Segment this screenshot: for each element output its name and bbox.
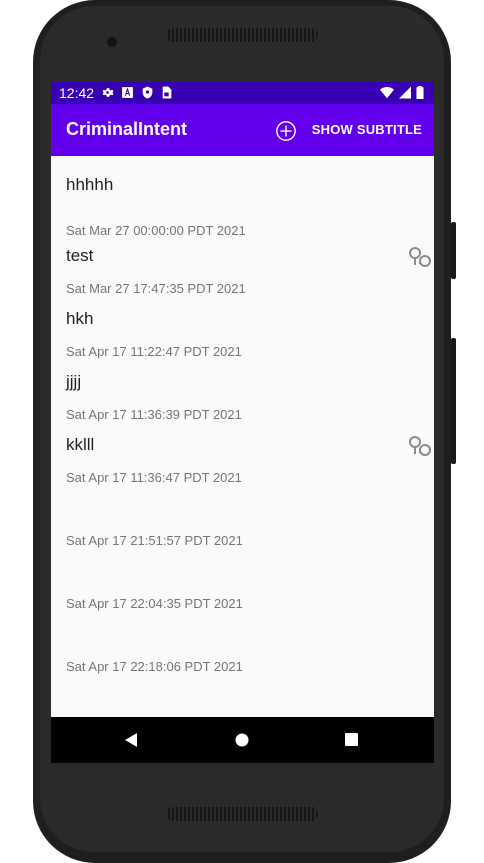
battery-icon: [416, 86, 424, 99]
show-subtitle-button[interactable]: SHOW SUBTITLE: [312, 122, 422, 137]
crime-date: Sat Apr 17 11:22:47 PDT 2021: [66, 344, 242, 359]
crime-list-item[interactable]: test Sat Mar 27 17:47:35 PDT 2021: [51, 246, 434, 314]
crime-list-item[interactable]: jjjj Sat Apr 17 11:36:39 PDT 2021: [51, 372, 434, 440]
status-bar: 12:42: [51, 82, 434, 104]
crime-title: hkh: [66, 309, 94, 328]
volume-button: [451, 338, 456, 464]
sim-card-icon: [162, 86, 172, 99]
crime-list[interactable]: hhhhh Sat Mar 27 00:00:00 PDT 2021 test …: [51, 156, 434, 692]
crime-date: Sat Mar 27 00:00:00 PDT 2021: [66, 223, 246, 238]
shield-icon: [142, 86, 153, 99]
add-crime-button[interactable]: [275, 120, 297, 142]
navigation-bar: [51, 717, 434, 763]
signal-icon: [399, 86, 411, 99]
crime-list-item[interactable]: hkh Sat Apr 17 11:22:47 PDT 2021: [51, 309, 434, 377]
crime-title: hhhhh: [66, 175, 114, 194]
gear-icon: [102, 88, 114, 97]
crime-date: Sat Apr 17 11:36:47 PDT 2021: [66, 470, 242, 485]
home-icon[interactable]: [235, 733, 249, 747]
front-camera: [107, 37, 117, 47]
app-screen: 12:42 CriminalIntent SHOW SUBTITLE hhhhh…: [51, 82, 434, 763]
crime-list-item[interactable]: Sat Apr 17 22:18:06 PDT 2021: [51, 629, 434, 692]
handcuffs-icon: [409, 436, 431, 456]
status-time: 12:42: [59, 85, 95, 101]
crime-title: jjjj: [66, 372, 82, 391]
app-bar: CriminalIntent SHOW SUBTITLE: [51, 104, 434, 156]
crime-date: Sat Apr 17 22:18:06 PDT 2021: [66, 659, 243, 674]
crime-list-item[interactable]: Sat Apr 17 21:51:57 PDT 2021: [51, 503, 434, 566]
crime-title: test: [66, 246, 94, 265]
wifi-icon: [380, 86, 394, 99]
crime-date: Sat Mar 27 17:47:35 PDT 2021: [66, 281, 246, 296]
handcuffs-icon: [409, 247, 431, 267]
recents-icon[interactable]: [345, 733, 358, 746]
top-speaker: [166, 28, 318, 42]
bottom-speaker: [166, 807, 318, 821]
font-icon: [122, 87, 133, 98]
crime-date: Sat Apr 17 21:51:57 PDT 2021: [66, 533, 243, 548]
crime-date: Sat Apr 17 22:04:35 PDT 2021: [66, 596, 243, 611]
crime-list-item[interactable]: hhhhh Sat Mar 27 00:00:00 PDT 2021: [51, 156, 434, 238]
crime-list-item[interactable]: Sat Apr 17 22:04:35 PDT 2021: [51, 566, 434, 629]
app-title: CriminalIntent: [66, 119, 188, 139]
crime-list-item[interactable]: kklll Sat Apr 17 11:36:47 PDT 2021: [51, 435, 434, 503]
crime-title: kklll: [66, 435, 95, 454]
add-circle-icon: [276, 121, 296, 141]
crime-date: Sat Apr 17 11:36:39 PDT 2021: [66, 407, 242, 422]
power-button: [451, 222, 456, 279]
back-icon[interactable]: [124, 733, 138, 747]
